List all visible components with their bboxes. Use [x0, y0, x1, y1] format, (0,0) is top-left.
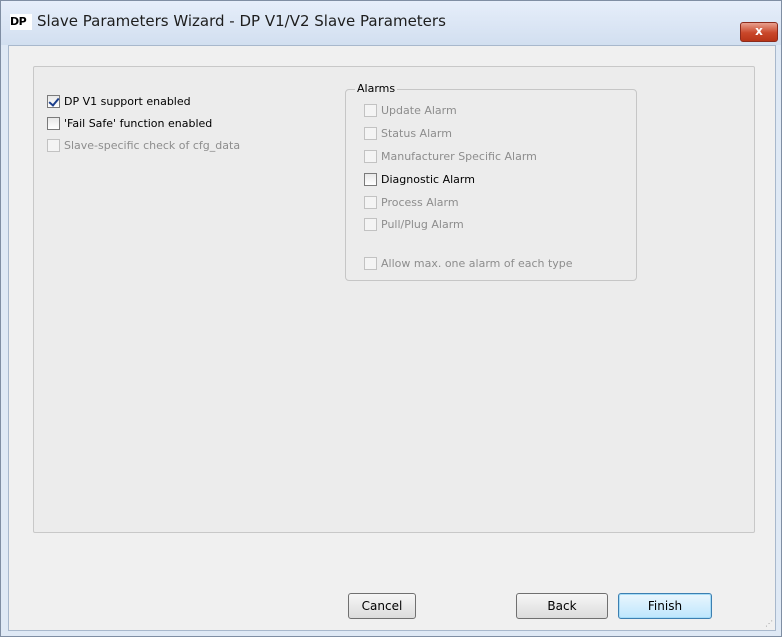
parameters-panel: DP V1 support enabled 'Fail Safe' functi… [33, 66, 755, 533]
option-fail-safe[interactable]: 'Fail Safe' function enabled [47, 117, 212, 130]
alarm-status-label: Status Alarm [381, 127, 452, 140]
checkbox-pull-plug-alarm[interactable] [364, 218, 377, 231]
alarm-pull-plug-label: Pull/Plug Alarm [381, 218, 464, 231]
checkbox-status-alarm[interactable] [364, 127, 377, 140]
alarms-group-title: Alarms [355, 82, 398, 95]
finish-button[interactable]: Finish [618, 593, 712, 619]
checkbox-max-one-alarm[interactable] [364, 257, 377, 270]
checkbox-manufacturer-specific-alarm[interactable] [364, 150, 377, 163]
client-area: DP V1 support enabled 'Fail Safe' functi… [8, 45, 776, 631]
alarms-group: Alarms Update Alarm Status Alarm Manufac… [345, 82, 637, 281]
alarm-max-one[interactable]: Allow max. one alarm of each type [364, 257, 573, 270]
window-title: Slave Parameters Wizard - DP V1/V2 Slave… [37, 12, 446, 30]
checkbox-dpv1-support[interactable] [47, 95, 60, 108]
alarm-status[interactable]: Status Alarm [364, 127, 452, 140]
title-bar[interactable]: DP Slave Parameters Wizard - DP V1/V2 Sl… [1, 1, 781, 45]
dp-app-icon: DP [10, 14, 32, 30]
checkbox-cfg-data-check[interactable] [47, 139, 60, 152]
checkbox-process-alarm[interactable] [364, 196, 377, 209]
option-dpv1-support[interactable]: DP V1 support enabled [47, 95, 191, 108]
close-button[interactable]: x [740, 22, 778, 42]
alarm-update[interactable]: Update Alarm [364, 104, 457, 117]
alarm-diagnostic[interactable]: Diagnostic Alarm [364, 173, 475, 186]
alarm-diagnostic-label: Diagnostic Alarm [381, 173, 475, 186]
resize-grip-icon[interactable]: ⋰ [765, 620, 773, 628]
option-cfg-data-check-label: Slave-specific check of cfg_data [64, 139, 241, 152]
checkbox-update-alarm[interactable] [364, 104, 377, 117]
alarm-process-label: Process Alarm [381, 196, 459, 209]
alarm-manufacturer-specific-label: Manufacturer Specific Alarm [381, 150, 537, 163]
option-cfg-data-check[interactable]: Slave-specific check of cfg_data [47, 139, 240, 152]
alarm-process[interactable]: Process Alarm [364, 196, 459, 209]
close-icon: x [755, 24, 763, 38]
alarm-max-one-label: Allow max. one alarm of each type [381, 257, 573, 270]
wizard-window: DP Slave Parameters Wizard - DP V1/V2 Sl… [0, 0, 782, 637]
checkbox-diagnostic-alarm[interactable] [364, 173, 377, 186]
alarm-pull-plug[interactable]: Pull/Plug Alarm [364, 218, 464, 231]
checkbox-fail-safe[interactable] [47, 117, 60, 130]
option-dpv1-support-label: DP V1 support enabled [64, 95, 191, 108]
option-fail-safe-label: 'Fail Safe' function enabled [64, 117, 213, 130]
alarm-update-label: Update Alarm [381, 104, 457, 117]
back-button[interactable]: Back [516, 593, 608, 619]
cancel-button[interactable]: Cancel [348, 593, 416, 619]
alarm-manufacturer-specific[interactable]: Manufacturer Specific Alarm [364, 150, 537, 163]
